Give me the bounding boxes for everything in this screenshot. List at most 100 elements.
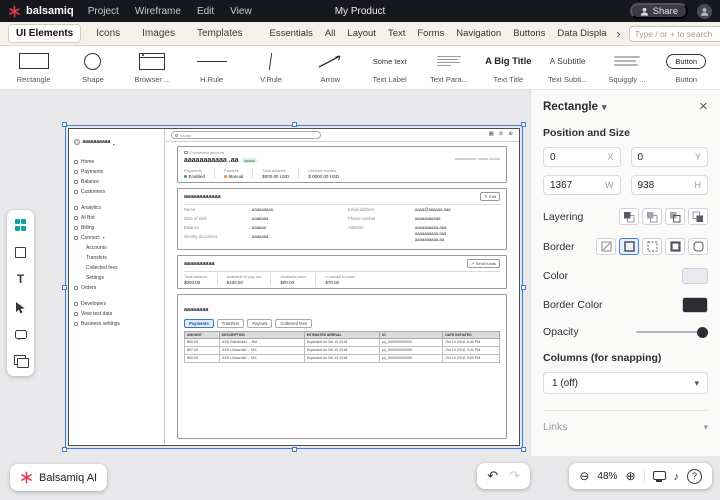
wf-nav-customers[interactable]: Customers — [74, 187, 159, 197]
menu-project[interactable]: Project — [88, 6, 119, 17]
palette-item-rectangle[interactable]: Rectangle — [4, 48, 63, 87]
palette-item-squiggly[interactable]: Squiggly ... — [597, 48, 656, 87]
profile-avatar[interactable] — [697, 4, 712, 19]
palette-item-button[interactable]: Button Button — [657, 48, 716, 87]
wf-search-field[interactable]: aaaaa — [171, 131, 321, 139]
palette-item-text-paragraph[interactable]: Text Para... — [419, 48, 478, 87]
category-navigation[interactable]: Navigation — [456, 28, 501, 39]
categories-overflow-chevron-icon[interactable] — [617, 27, 621, 41]
bring-to-front-button[interactable] — [619, 208, 639, 225]
y-position-field[interactable]: 0 Y — [631, 147, 709, 167]
wf-send-funds-button[interactable]: Send funds — [467, 259, 500, 268]
palette-item-browser[interactable]: Browser ... — [123, 48, 182, 87]
comment-tool-icon[interactable] — [15, 330, 27, 339]
send-to-back-button[interactable] — [688, 208, 708, 225]
palette-item-arrow[interactable]: Arrow — [301, 48, 360, 87]
selected-wireframe[interactable]: aaaaaaaaaa Home Payments Balance Custome… — [68, 128, 520, 446]
music-note-icon[interactable] — [674, 467, 680, 485]
wf-tab-payments[interactable]: Payments — [184, 319, 214, 328]
wf-edit-button[interactable]: Edit — [480, 192, 500, 201]
height-field[interactable]: 938 H — [631, 175, 709, 195]
close-icon[interactable] — [699, 100, 708, 113]
wf-account-switcher[interactable]: aaaaaaaaaa — [74, 133, 159, 151]
wf-nav-balance[interactable]: Balance — [74, 177, 159, 187]
selection-handle-top-middle[interactable] — [292, 122, 297, 127]
wf-nav-view-test-data[interactable]: View test data — [74, 309, 159, 319]
selection-handle-top-left[interactable] — [62, 122, 67, 127]
selection-handle-middle-left[interactable] — [62, 285, 67, 290]
columns-icon[interactable] — [489, 132, 494, 138]
send-backward-button[interactable] — [665, 208, 685, 225]
fill-color-swatch[interactable] — [682, 268, 708, 284]
undo-icon[interactable] — [487, 467, 498, 485]
wf-nav-ai-bot[interactable]: AI Bot — [74, 213, 159, 223]
selection-handle-bottom-right[interactable] — [521, 447, 526, 452]
help-icon[interactable] — [687, 469, 702, 484]
wf-balances-card[interactable]: aaaaaaaaaa Send funds Total balance $000… — [177, 255, 507, 289]
bring-forward-button[interactable] — [642, 208, 662, 225]
wf-activity-card[interactable]: aaaaaaaa Payments Transfers Payouts Coll… — [177, 294, 507, 439]
category-text[interactable]: Text — [388, 28, 405, 39]
wireframes-panel-icon[interactable] — [14, 355, 28, 367]
tab-icons[interactable]: Icons — [89, 25, 127, 42]
wf-tab-payouts[interactable]: Payouts — [247, 319, 272, 328]
wf-nav-settings[interactable]: Settings — [74, 273, 159, 283]
border-rounded-button[interactable] — [688, 238, 708, 255]
redo-icon[interactable] — [509, 467, 520, 485]
presentation-icon[interactable] — [653, 471, 666, 480]
rectangle-tool-icon[interactable] — [15, 247, 26, 258]
category-data-display[interactable]: Data Displa — [557, 28, 606, 39]
palette-item-shape[interactable]: Shape — [63, 48, 122, 87]
x-position-field[interactable]: 0 X — [543, 147, 621, 167]
zoom-out-icon[interactable] — [579, 467, 589, 485]
wf-nav-transfers[interactable]: Transfers — [74, 253, 159, 263]
wf-nav-home[interactable]: Home — [74, 157, 159, 167]
border-solid-button[interactable] — [619, 238, 639, 255]
tab-ui-elements[interactable]: UI Elements — [8, 24, 81, 43]
columns-select[interactable]: 1 (off) — [543, 372, 708, 394]
library-search-input[interactable] — [629, 26, 720, 42]
wf-nav-accounts[interactable]: Accounts — [74, 243, 159, 253]
category-forms[interactable]: Forms — [417, 28, 444, 39]
border-dashed-button[interactable] — [642, 238, 662, 255]
wf-nav-developers[interactable]: Developers — [74, 299, 159, 309]
project-title[interactable]: My Product — [335, 6, 386, 17]
balsamiq-ai-button[interactable]: Balsamiq AI — [10, 464, 107, 491]
category-layout[interactable]: Layout — [347, 28, 376, 39]
wf-nav-analytics[interactable]: Analytics — [74, 203, 159, 213]
wf-nav-collected-fees[interactable]: Collected fees — [74, 263, 159, 273]
border-thick-button[interactable] — [665, 238, 685, 255]
wf-tab-transfers[interactable]: Transfers — [217, 319, 245, 328]
canvas[interactable]: aaaaaaaaaa Home Payments Balance Custome… — [0, 90, 530, 500]
selection-handle-top-right[interactable] — [521, 122, 526, 127]
menu-edit[interactable]: Edit — [197, 6, 214, 17]
table-row[interactable]: $50.00 USD Unicornsit ... MX Expected on… — [185, 354, 500, 362]
wf-nav-connect[interactable]: Connect — [74, 233, 159, 243]
selected-control-dropdown[interactable]: Rectangle — [543, 101, 607, 113]
wf-tab-collected-fees[interactable]: Collected fees — [275, 319, 312, 328]
category-essentials[interactable]: Essentials — [270, 28, 313, 39]
opacity-slider[interactable] — [636, 326, 708, 338]
add-icon[interactable] — [508, 132, 513, 138]
width-field[interactable]: 1367 W — [543, 175, 621, 195]
palette-item-text-title[interactable]: A Big Title Text Title — [479, 48, 538, 87]
share-button[interactable]: Share — [630, 3, 688, 19]
menu-wireframe[interactable]: Wireframe — [135, 6, 181, 17]
brand[interactable]: balsamiq — [8, 5, 74, 18]
table-row[interactable]: $50.00 USD Rainforest ... Ref Expected o… — [185, 338, 500, 346]
border-color-swatch[interactable] — [682, 297, 708, 313]
text-tool-icon[interactable] — [17, 274, 24, 285]
tab-images[interactable]: Images — [135, 25, 182, 42]
links-section-toggle[interactable]: Links — [543, 410, 708, 433]
palette-item-text-label[interactable]: Some text Text Label — [360, 48, 419, 87]
tab-templates[interactable]: Templates — [190, 25, 250, 42]
wf-payments-table[interactable]: AMOUNT DESCRIPTION ESTIMATED ARRIVAL ID … — [184, 331, 500, 363]
category-all[interactable]: All — [325, 28, 336, 39]
selection-handle-bottom-middle[interactable] — [292, 447, 297, 452]
wf-nav-orders[interactable]: Orders — [74, 283, 159, 293]
zoom-in-icon[interactable] — [625, 467, 635, 485]
palette-item-text-subtitle[interactable]: A Subtitle Text Subti... — [538, 48, 597, 87]
selection-handle-bottom-left[interactable] — [62, 447, 67, 452]
selection-handle-middle-right[interactable] — [521, 285, 526, 290]
table-row[interactable]: $97.00 USD Unicornsit ... MX Expected on… — [185, 346, 500, 354]
